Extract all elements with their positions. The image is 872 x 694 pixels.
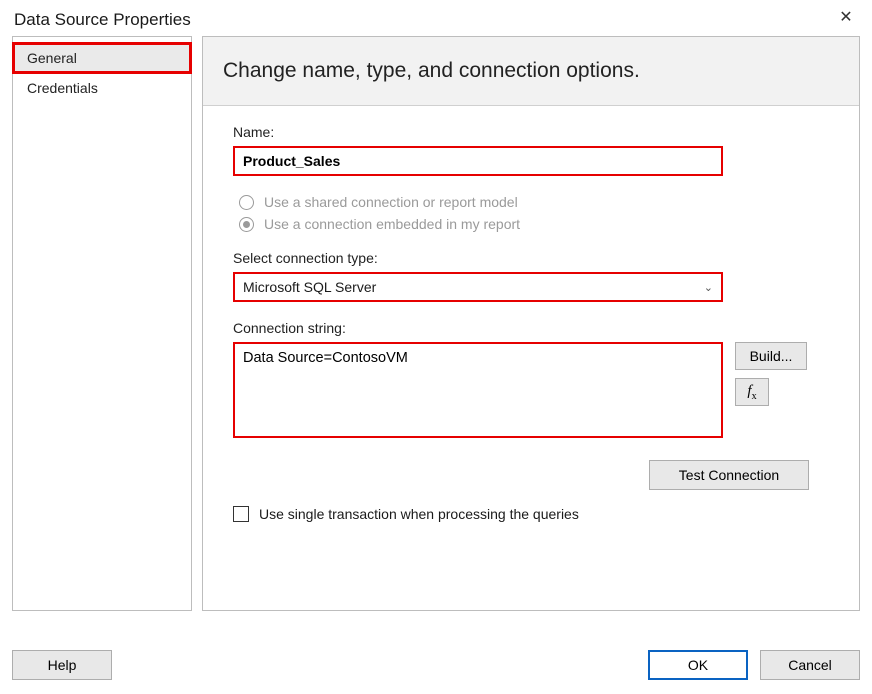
panel-heading: Change name, type, and connection option… (203, 37, 859, 106)
build-button[interactable]: Build... (735, 342, 807, 370)
radio-embedded-connection[interactable]: Use a connection embedded in my report (239, 216, 837, 232)
fx-icon: fx (747, 383, 756, 402)
content-panel: Change name, type, and connection option… (202, 36, 860, 611)
cancel-button[interactable]: Cancel (760, 650, 860, 680)
connection-string-input[interactable] (233, 342, 723, 438)
connection-type-label: Select connection type: (233, 250, 837, 266)
connection-mode-group: Use a shared connection or report model … (239, 194, 837, 232)
help-button[interactable]: Help (12, 650, 112, 680)
radio-shared-connection[interactable]: Use a shared connection or report model (239, 194, 837, 210)
connection-string-side-buttons: Build... fx (735, 342, 807, 406)
radio-label: Use a connection embedded in my report (264, 216, 520, 232)
test-connection-button[interactable]: Test Connection (649, 460, 809, 490)
radio-icon (239, 195, 254, 210)
radio-label: Use a shared connection or report model (264, 194, 518, 210)
dialog-footer: Help OK Cancel (12, 646, 860, 684)
name-label: Name: (233, 124, 837, 140)
sidebar: General Credentials (12, 36, 192, 611)
connection-type-select[interactable]: Microsoft SQL Server ⌄ (233, 272, 723, 302)
sidebar-item-credentials[interactable]: Credentials (13, 73, 191, 103)
close-icon[interactable]: ✕ (834, 10, 858, 26)
single-transaction-checkbox[interactable]: Use single transaction when processing t… (233, 506, 837, 522)
checkbox-icon (233, 506, 249, 522)
checkbox-label: Use single transaction when processing t… (259, 506, 579, 522)
dialog-title: Data Source Properties (14, 10, 191, 30)
data-source-properties-dialog: Data Source Properties ✕ General Credent… (0, 0, 872, 694)
expression-button[interactable]: fx (735, 378, 769, 406)
sidebar-item-label: Credentials (27, 80, 98, 96)
titlebar: Data Source Properties ✕ (0, 0, 872, 36)
dialog-body: General Credentials Change name, type, a… (0, 36, 872, 611)
panel-body: Name: Use a shared connection or report … (203, 106, 859, 610)
sidebar-item-general[interactable]: General (13, 43, 191, 73)
connection-string-row: Build... fx (233, 342, 837, 438)
chevron-down-icon: ⌄ (704, 281, 713, 294)
radio-icon (239, 217, 254, 232)
footer-right: OK Cancel (648, 650, 860, 680)
select-value: Microsoft SQL Server (243, 279, 376, 295)
ok-button[interactable]: OK (648, 650, 748, 680)
test-connection-row: Test Connection (233, 460, 809, 490)
connection-string-label: Connection string: (233, 320, 837, 336)
sidebar-item-label: General (27, 50, 77, 66)
name-input[interactable] (233, 146, 723, 176)
